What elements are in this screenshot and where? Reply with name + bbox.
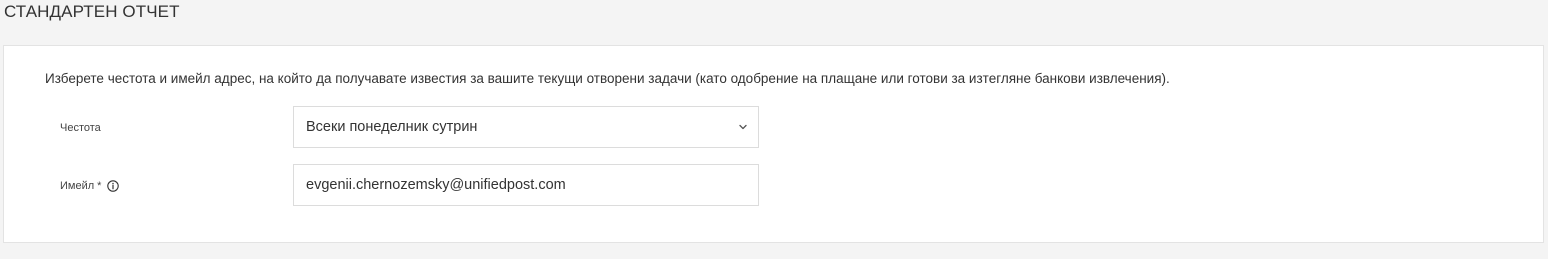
report-settings-card: Изберете честота и имейл адрес, на който… — [3, 45, 1544, 243]
email-label-text: Имейл — [60, 180, 95, 192]
form-description: Изберете честота и имейл адрес, на който… — [45, 71, 1170, 86]
email-field[interactable]: evgenii.chernozemsky@unifiedpost.com — [293, 164, 759, 206]
email-label: Имейл * — [60, 179, 120, 193]
info-icon[interactable] — [107, 180, 120, 192]
frequency-label: Честота — [60, 121, 101, 135]
page-title: СТАНДАРТЕН ОТЧЕТ — [4, 2, 180, 21]
frequency-select-value: Всеки понеделник сутрин — [306, 119, 478, 135]
required-marker: * — [97, 180, 102, 192]
frequency-select[interactable]: Всеки понеделник сутрин — [293, 106, 759, 148]
frequency-label-text: Честота — [60, 122, 101, 134]
email-field-value: evgenii.chernozemsky@unifiedpost.com — [306, 177, 566, 193]
chevron-down-icon — [738, 122, 748, 132]
